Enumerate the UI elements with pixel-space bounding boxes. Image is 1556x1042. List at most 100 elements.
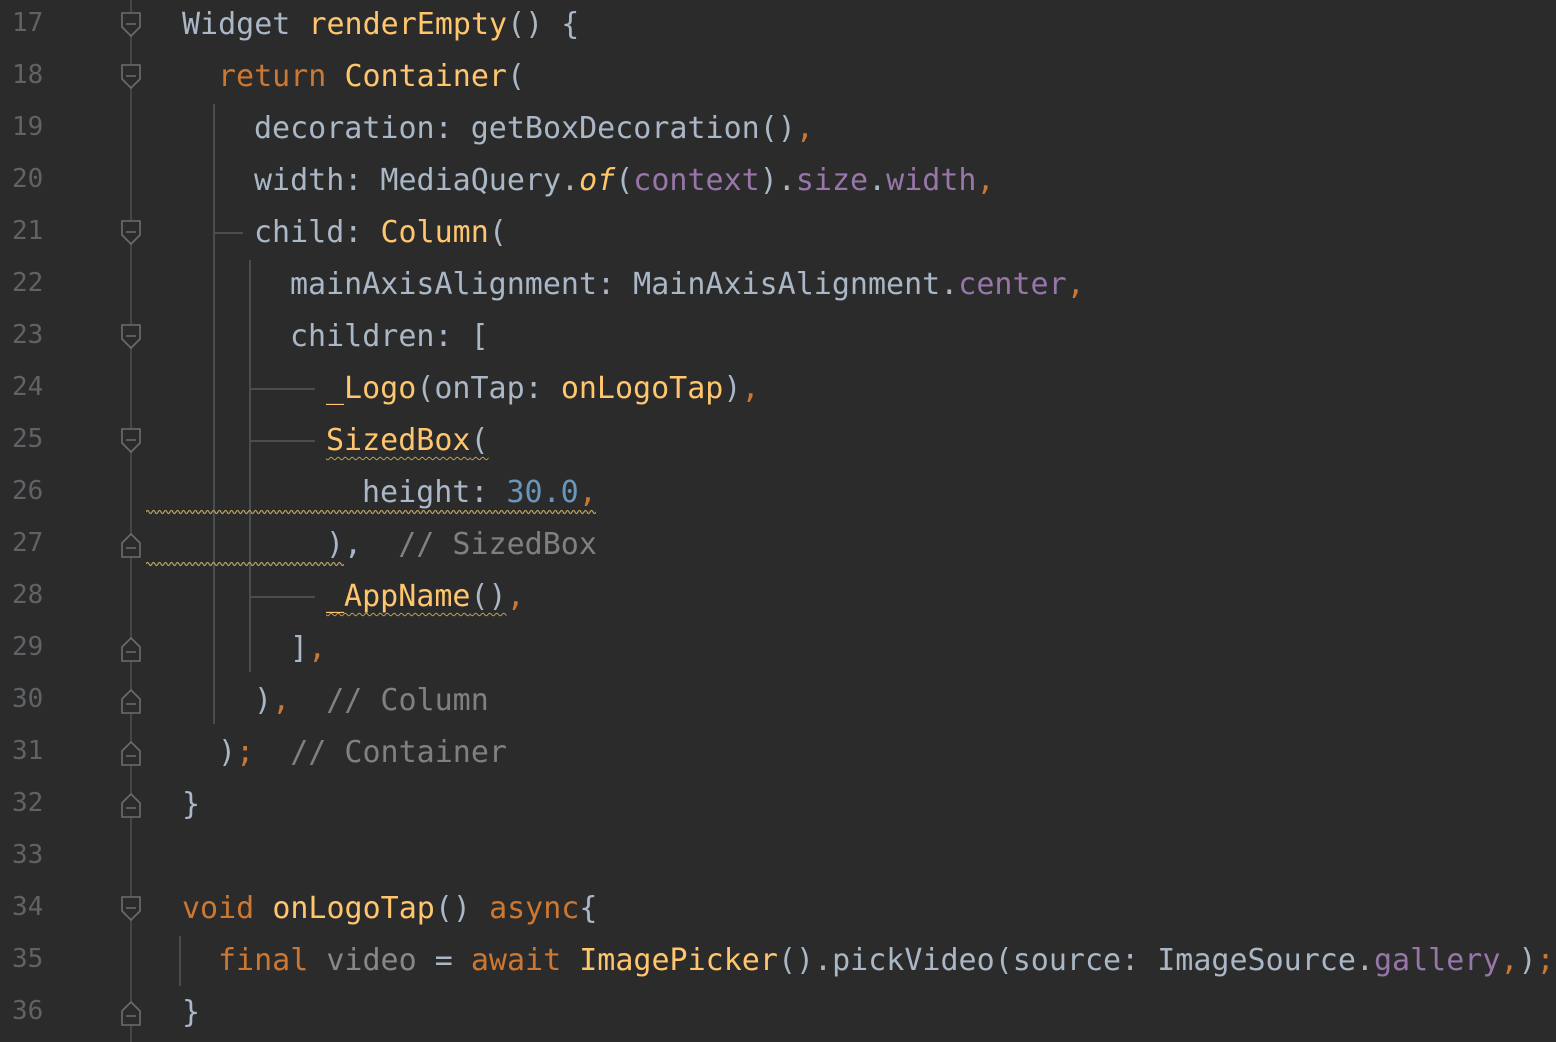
warning-squiggle: [146, 561, 344, 567]
line-number: 18: [12, 60, 44, 90]
code-token: of: [579, 163, 616, 198]
code-token: ,: [795, 111, 814, 146]
code-text: }: [182, 994, 200, 1032]
code-line[interactable]: 29],: [0, 624, 1556, 676]
code-line[interactable]: 27 ), // SizedBox: [0, 520, 1556, 572]
code-text: height: 30.0,: [362, 474, 597, 512]
fold-open-icon[interactable]: [121, 428, 141, 454]
code-line[interactable]: 19 decoration: getBoxDecoration(),: [0, 104, 1556, 156]
code-line[interactable]: 31); // Container: [0, 728, 1556, 780]
code-line[interactable]: 35 final video = await ImagePicker().pick…: [0, 936, 1556, 988]
code-token: Container: [344, 59, 507, 94]
code-text: }: [182, 786, 200, 824]
code-token: ;: [236, 735, 255, 770]
fold-close-icon[interactable]: [121, 1000, 141, 1026]
code-token: ().pickVideo(source: ImageSource.: [777, 943, 1374, 978]
code-token: 30.0: [506, 475, 579, 510]
code-token: (: [615, 163, 634, 198]
fold-open-icon[interactable]: [121, 64, 141, 90]
code-token: mainAxisAlignment: MainAxisAlignment.: [290, 267, 959, 302]
code-line[interactable]: 21 child: Column(: [0, 208, 1556, 260]
code-line[interactable]: 18 return Container(: [0, 52, 1556, 104]
code-line[interactable]: 33: [0, 832, 1556, 884]
code-text: Widget renderEmpty() {: [182, 6, 579, 44]
code-token: SizedBox: [326, 423, 471, 458]
code-token: width: MediaQuery.: [254, 163, 580, 198]
code-line[interactable]: 32}: [0, 780, 1556, 832]
fold-close-icon[interactable]: [121, 636, 141, 662]
fold-close-icon[interactable]: [121, 740, 141, 766]
code-token: ,: [308, 631, 327, 666]
code-token: _Logo: [326, 371, 417, 406]
code-token: // Container: [254, 735, 507, 770]
code-line[interactable]: 24 _Logo(onTap: onLogoTap),: [0, 364, 1556, 416]
code-token: onLogoTap: [560, 371, 724, 406]
code-line[interactable]: 22 mainAxisAlignment: MainAxisAlignment.c…: [0, 260, 1556, 312]
line-number: 32: [12, 788, 44, 818]
code-token: (): [434, 891, 490, 926]
code-line[interactable]: 34 void onLogoTap() async{: [0, 884, 1556, 936]
code-token: (onTap:: [416, 371, 561, 406]
code-token: void: [182, 891, 273, 926]
code-token: ,: [506, 579, 525, 614]
code-line[interactable]: 17 Widget renderEmpty() {: [0, 0, 1556, 52]
code-line[interactable]: 26 height: 30.0,: [0, 468, 1556, 520]
code-token: size: [795, 163, 869, 198]
code-token: return: [218, 59, 345, 94]
line-number: 20: [12, 164, 44, 194]
line-number: 36: [12, 996, 44, 1026]
code-token: onLogoTap: [272, 891, 435, 926]
code-text: SizedBox(: [326, 422, 489, 460]
code-text: child: Column(: [254, 214, 507, 252]
code-text: ), // SizedBox: [326, 526, 597, 564]
line-number: 33: [12, 840, 44, 870]
code-text: ],: [290, 630, 326, 668]
code-line[interactable]: 36}: [0, 988, 1556, 1040]
code-line[interactable]: 23 children: [: [0, 312, 1556, 364]
code-token: (): [470, 579, 507, 614]
line-number: 24: [12, 372, 44, 402]
code-text: ), // Column: [254, 682, 489, 720]
code-token: ;: [1536, 943, 1555, 978]
code-token: width: [886, 163, 977, 198]
code-token: renderEmpty: [308, 7, 508, 42]
code-token: await: [470, 943, 580, 978]
line-number: 19: [12, 112, 44, 142]
code-token: {: [579, 891, 598, 926]
code-token: () {: [507, 7, 580, 42]
code-text: _AppName(),: [326, 578, 525, 616]
fold-open-icon[interactable]: [121, 324, 141, 350]
code-token: (: [470, 423, 489, 458]
fold-open-icon[interactable]: [121, 12, 141, 38]
code-line[interactable]: 20 width: MediaQuery.of(context).size.wid…: [0, 156, 1556, 208]
code-line[interactable]: 30), // Column: [0, 676, 1556, 728]
fold-close-icon[interactable]: [121, 532, 141, 558]
code-token: // SizedBox: [362, 527, 597, 562]
code-token: child:: [254, 215, 381, 250]
code-token: }: [182, 787, 201, 822]
code-token: Column: [380, 215, 489, 250]
code-text: void onLogoTap() async{: [182, 890, 597, 928]
code-editor[interactable]: 17 Widget renderEmpty() { 18 return Contain…: [0, 0, 1556, 1042]
code-line[interactable]: 28 _AppName(),: [0, 572, 1556, 624]
line-number: 22: [12, 268, 44, 298]
code-token: ): [254, 683, 273, 718]
code-text: ); // Container: [218, 734, 507, 772]
fold-close-icon[interactable]: [121, 792, 141, 818]
fold-open-icon[interactable]: [121, 896, 141, 922]
fold-close-icon[interactable]: [121, 688, 141, 714]
code-line[interactable]: 25 SizedBox(: [0, 416, 1556, 468]
code-token: .: [868, 163, 887, 198]
code-token: ,: [1066, 267, 1085, 302]
code-token: context: [633, 163, 760, 198]
code-token: children: [: [290, 319, 489, 354]
code-token: ]: [290, 631, 309, 666]
code-token: // Column: [290, 683, 489, 718]
line-number: 27: [12, 528, 44, 558]
code-token: ): [218, 735, 237, 770]
code-token: height:: [362, 475, 507, 510]
code-token: _AppName: [326, 579, 471, 614]
code-text: children: [: [290, 318, 489, 356]
code-text: width: MediaQuery.of(context).size.width…: [254, 162, 995, 200]
fold-open-icon[interactable]: [121, 220, 141, 246]
